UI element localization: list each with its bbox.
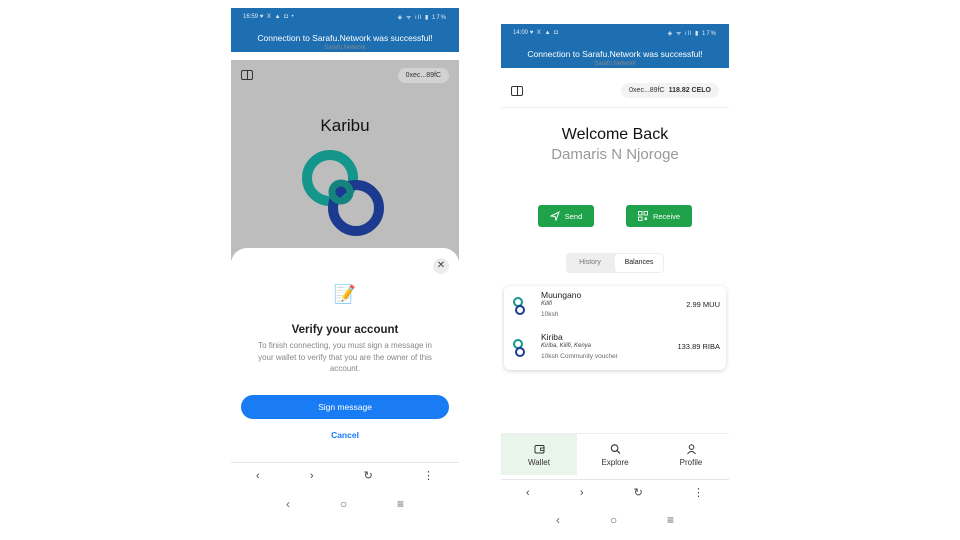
wallet-address-pill[interactable]: 0xec...89fC 118.82 CELO [621, 83, 719, 98]
status-indicators: ◈ ᯤ ıll ▮ 17% [397, 15, 447, 21]
voucher-logo-icon [513, 339, 525, 357]
app-header: 0xec...89fC 118.82 CELO [501, 74, 729, 108]
browser-forward-icon[interactable]: › [580, 487, 584, 499]
nav-back-icon[interactable]: ‹ [286, 497, 290, 511]
dimmed-background: 0xec...89fC Karibu [231, 60, 459, 260]
phone-screen-verify: 16:59 ♥ X ▲ ◘ • ◈ ᯤ ıll ▮ 17% Connection… [231, 8, 459, 520]
voucher-balance: 133.89 RIBA [677, 342, 720, 351]
status-time: 14:00 ♥ X ▲ ◘ [513, 30, 559, 36]
page-title: Karibu [320, 116, 370, 135]
voucher-name: Kiriba [541, 332, 563, 342]
voucher-item-kiriba[interactable]: Kiriba Kiriba, Kilifi, Kenya 10ksh Commu… [504, 328, 726, 370]
tab-switcher: History Balances [566, 253, 664, 273]
reload-icon[interactable]: ↻ [364, 469, 373, 482]
browser-back-icon[interactable]: ‹ [256, 470, 260, 482]
system-navigation: ‹ ○ ≡ [231, 490, 459, 518]
nav-recents-icon[interactable]: ≡ [667, 513, 674, 527]
browser-toolbar: ‹ › ↻ ⋮ [231, 462, 459, 488]
receive-label: Receive [652, 211, 681, 221]
wallet-address: 0xec...89fC [629, 87, 665, 94]
status-time: 16:59 ♥ X ▲ ◘ • [243, 14, 295, 20]
action-buttons: Send Receive [538, 205, 692, 227]
close-button[interactable]: ✕ [433, 258, 449, 274]
voucher-description: 10ksh Community voucher [541, 353, 618, 360]
voucher-location: Kilifi [541, 301, 553, 307]
memo-icon: 📝 [333, 284, 357, 304]
browser-menu-icon[interactable]: ⋮ [423, 469, 434, 482]
voucher-description: 10ksh [541, 311, 559, 318]
app-header: 0xec...89fC [231, 60, 459, 90]
send-button[interactable]: Send [538, 205, 594, 227]
sidebar-toggle-icon[interactable] [241, 70, 253, 80]
browser-forward-icon[interactable]: › [310, 470, 314, 482]
voucher-name: Muungano [541, 290, 582, 300]
cancel-button[interactable]: Cancel [241, 424, 449, 446]
nav-profile[interactable]: Profile [653, 434, 729, 475]
qr-code-icon [637, 211, 648, 221]
bottom-navigation: Wallet Explore Profile [501, 433, 729, 475]
verify-dialog: ✕ 📝 Verify your account To finish connec… [231, 248, 459, 462]
status-bar: 14:00 ♥ X ▲ ◘ ◈ ᯤ ıll ▮ 17% [501, 24, 729, 42]
receive-button[interactable]: Receive [626, 205, 692, 227]
nav-home-icon[interactable]: ○ [340, 497, 347, 511]
site-name-peek: Sarafu.Network [594, 61, 636, 67]
nav-profile-label: Profile [679, 457, 703, 467]
wallet-address-pill[interactable]: 0xec...89fC [397, 67, 449, 83]
nav-back-icon[interactable]: ‹ [556, 513, 560, 527]
status-bar: 16:59 ♥ X ▲ ◘ • ◈ ᯤ ıll ▮ 17% [231, 8, 459, 26]
voucher-balance: 2.99 MUU [686, 300, 720, 309]
dialog-title: Verify your account [291, 324, 399, 336]
status-indicators: ◈ ᯤ ıll ▮ 17% [667, 31, 717, 37]
sign-message-button[interactable]: Sign message [241, 395, 449, 419]
reload-icon[interactable]: ↻ [634, 486, 643, 499]
nav-home-icon[interactable]: ○ [610, 513, 617, 527]
system-navigation: ‹ ○ ≡ [501, 506, 729, 534]
tab-balances[interactable]: Balances [615, 254, 663, 272]
nav-recents-icon[interactable]: ≡ [397, 497, 404, 511]
send-label: Send [564, 211, 583, 221]
tab-history[interactable]: History [566, 253, 614, 273]
celo-balance: 118.82 CELO [668, 87, 711, 94]
welcome-heading: Welcome Back [561, 126, 669, 143]
browser-back-icon[interactable]: ‹ [526, 487, 530, 499]
site-name-peek: Sarafu.Network [324, 45, 366, 51]
voucher-location: Kiriba, Kilifi, Kenya [541, 343, 592, 349]
dialog-description: To finish connecting, you must sign a me… [258, 341, 432, 373]
browser-toolbar: ‹ › ↻ ⋮ [501, 479, 729, 505]
nav-explore[interactable]: Explore [577, 434, 653, 475]
search-icon [610, 443, 620, 454]
nav-wallet-label: Wallet [528, 457, 550, 467]
voucher-logo-icon [513, 297, 525, 315]
voucher-list: Muungano Kilifi 10ksh 2.99 MUU Kiriba Ki… [504, 286, 726, 370]
send-icon [549, 211, 560, 221]
wallet-icon [534, 444, 544, 453]
user-name: Damaris N Njoroge [551, 146, 679, 163]
nav-explore-label: Explore [601, 457, 629, 467]
phone-screen-wallet: 14:00 ♥ X ▲ ◘ ◈ ᯤ ıll ▮ 17% Connection t… [501, 24, 729, 534]
user-icon [686, 443, 696, 454]
nav-wallet[interactable]: Wallet [501, 434, 577, 475]
voucher-item-muungano[interactable]: Muungano Kilifi 10ksh 2.99 MUU [504, 286, 726, 328]
sarafu-logo-icon [302, 150, 384, 236]
sidebar-toggle-icon[interactable] [511, 85, 523, 96]
browser-menu-icon[interactable]: ⋮ [693, 486, 704, 499]
